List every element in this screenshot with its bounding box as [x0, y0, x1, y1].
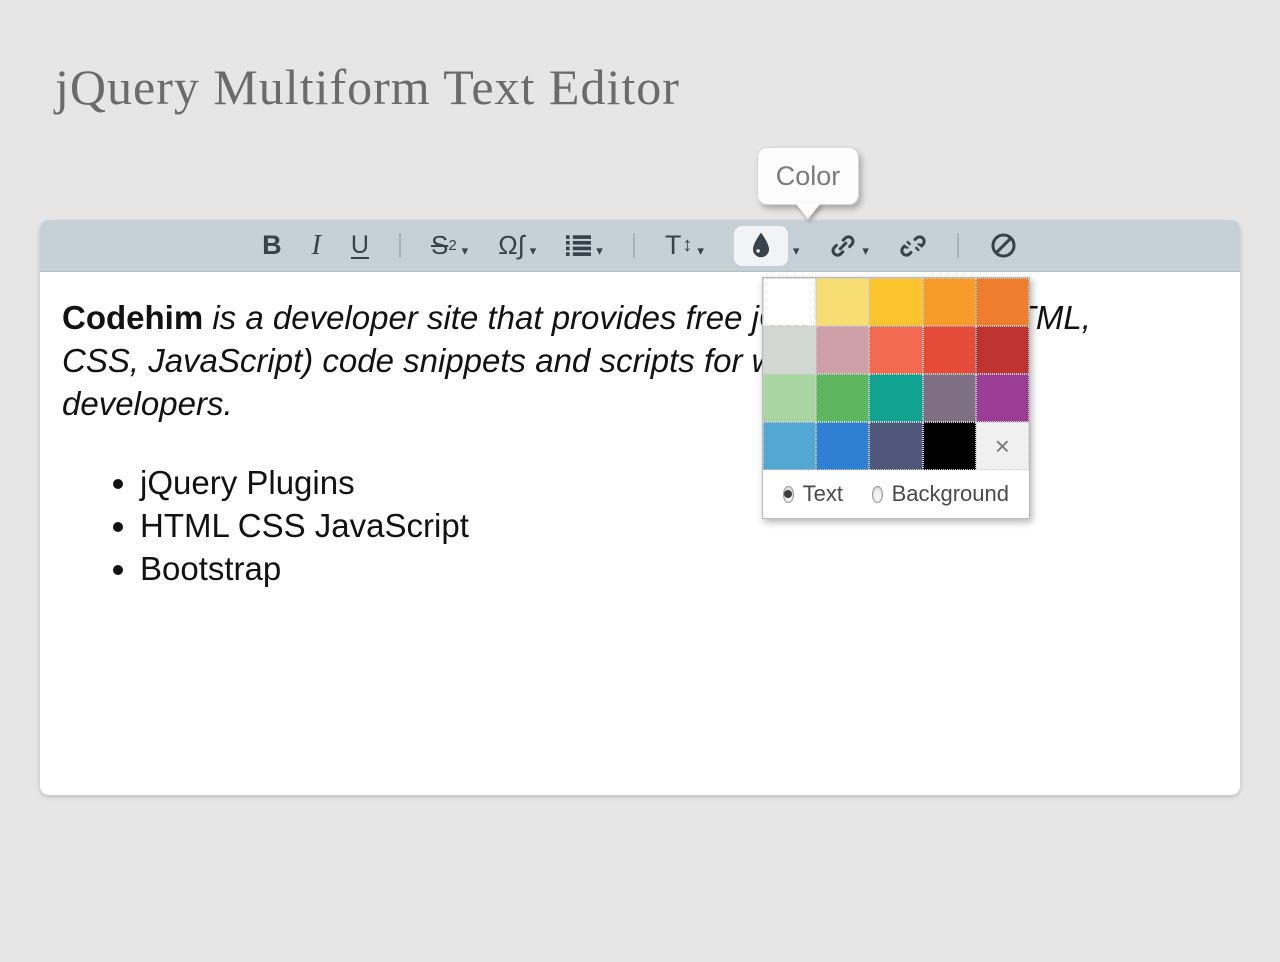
toolbar-divider [957, 233, 959, 258]
clear-format-button[interactable] [989, 231, 1018, 260]
chevron-down-icon: ▾ [793, 243, 800, 259]
underline-icon: U [351, 231, 369, 260]
color-picker-popover: × Text Background [762, 277, 1030, 519]
editable-content-area[interactable]: Codehim is a developer site that provide… [40, 272, 1240, 614]
chevron-down-icon: ▾ [462, 243, 469, 259]
page: jQuery Multiform Text Editor B I U S2 ▾ … [0, 0, 1280, 962]
color-mode-selector: Text Background [763, 470, 1029, 518]
text-mode-label: Text [803, 481, 843, 507]
special-characters-dropdown[interactable]: Ω∫ ▾ [498, 230, 536, 261]
toolbar-divider [633, 233, 635, 258]
chevron-down-icon: ▾ [862, 243, 869, 259]
paragraph-line-3: developers. [62, 382, 1218, 425]
color-tooltip: Color [757, 147, 859, 205]
color-swatch[interactable] [923, 326, 976, 374]
list-item: Bootstrap [140, 547, 1218, 590]
broken-link-icon [899, 232, 927, 260]
tooltip-label: Color [776, 161, 841, 192]
unlink-button[interactable] [899, 232, 927, 260]
strikethrough-superscript-dropdown[interactable]: S2 ▾ [431, 230, 468, 261]
toolbar-divider [399, 233, 401, 258]
color-swatch[interactable] [763, 278, 816, 326]
list-item: HTML CSS JavaScript [140, 504, 1218, 547]
page-title: jQuery Multiform Text Editor [55, 58, 680, 116]
italic-button[interactable]: I [312, 230, 321, 262]
underline-button[interactable]: U [351, 231, 369, 260]
color-dropdown[interactable]: ▾ [734, 226, 800, 266]
up-down-arrow-icon: ↕ [682, 234, 692, 257]
background-mode-radio[interactable] [872, 486, 883, 503]
chevron-down-icon: ▾ [596, 243, 603, 259]
background-mode-label: Background [892, 481, 1009, 507]
color-swatch[interactable] [923, 422, 976, 470]
color-swatch[interactable] [869, 422, 922, 470]
bold-button[interactable]: B [262, 230, 282, 261]
chevron-down-icon: ▾ [530, 243, 537, 259]
chevron-down-icon: ▾ [697, 243, 704, 259]
active-button-highlight [734, 226, 788, 266]
text-editor: B I U S2 ▾ Ω∫ ▾ [40, 220, 1240, 795]
color-swatch[interactable] [816, 326, 869, 374]
bulleted-list-icon [566, 235, 591, 256]
color-swatch[interactable] [976, 278, 1029, 326]
bullet-list: jQuery Plugins HTML CSS JavaScript Boots… [62, 461, 1218, 590]
bold-icon: B [262, 230, 282, 261]
editor-toolbar: B I U S2 ▾ Ω∫ ▾ [40, 220, 1240, 272]
paragraph-line-2: CSS, JavaScript) code snippets and scrip… [62, 339, 1218, 382]
color-swatch[interactable] [816, 278, 869, 326]
color-swatch[interactable] [763, 374, 816, 422]
color-swatch[interactable] [763, 326, 816, 374]
color-swatch[interactable] [976, 326, 1029, 374]
color-swatch[interactable] [976, 374, 1029, 422]
color-swatch[interactable] [869, 374, 922, 422]
color-swatch[interactable] [816, 374, 869, 422]
color-swatch[interactable] [923, 374, 976, 422]
clear-color-swatch[interactable]: × [976, 422, 1029, 470]
paragraph: Codehim is a developer site that provide… [62, 296, 1218, 425]
text-mode-radio[interactable] [783, 486, 794, 503]
list-dropdown[interactable]: ▾ [566, 233, 603, 259]
list-item: jQuery Plugins [140, 461, 1218, 504]
color-swatch[interactable] [816, 422, 869, 470]
omega-integral-icon: Ω∫ [498, 230, 525, 261]
font-size-dropdown[interactable]: T↕ ▾ [665, 230, 704, 261]
font-size-icon: T [665, 230, 682, 261]
paragraph-bold-lead: Codehim [62, 299, 203, 336]
color-droplet-icon [748, 231, 774, 261]
link-dropdown[interactable]: ▾ [829, 232, 869, 260]
color-grid: × [763, 278, 1029, 470]
strikethrough-icon: S [431, 230, 448, 261]
color-swatch[interactable] [763, 422, 816, 470]
link-icon [829, 232, 857, 260]
tooltip-arrow-icon [795, 203, 821, 219]
superscript-icon: 2 [448, 238, 456, 253]
color-swatch[interactable] [923, 278, 976, 326]
color-swatch[interactable] [869, 278, 922, 326]
italic-icon: I [312, 230, 321, 262]
cancel-icon [989, 231, 1018, 260]
color-swatch[interactable] [869, 326, 922, 374]
